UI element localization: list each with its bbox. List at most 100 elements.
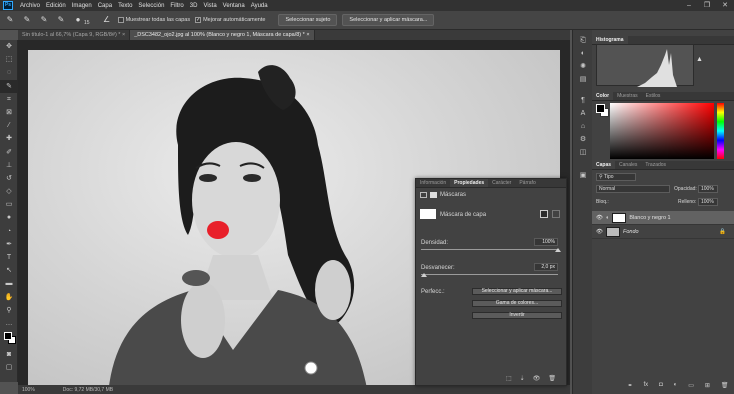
invert-button[interactable]: Invertir xyxy=(472,312,562,319)
tab-histogram[interactable]: Histograma xyxy=(592,36,628,44)
healing-brush-tool-icon[interactable]: ✚ xyxy=(0,132,18,145)
menu-ayuda[interactable]: Ayuda xyxy=(248,3,271,9)
quick-mask-icon[interactable]: ◙ xyxy=(0,348,18,361)
tab-swatches[interactable]: Muestras xyxy=(613,92,642,100)
tab-channels[interactable]: Canales xyxy=(615,161,641,169)
density-slider[interactable] xyxy=(421,249,558,250)
tab-properties[interactable]: Propiedades xyxy=(450,179,489,187)
menu-texto[interactable]: Texto xyxy=(115,3,135,9)
color-range-button[interactable]: Gama de colores... xyxy=(472,300,562,307)
feather-slider-knob[interactable] xyxy=(420,273,427,277)
brush-preset-icon[interactable]: ● xyxy=(72,14,84,26)
foreground-color-swatch[interactable] xyxy=(4,332,12,341)
apply-mask-icon[interactable]: ⇣ xyxy=(520,375,525,382)
sample-all-layers-checkbox[interactable]: Muestrear todas las capas xyxy=(117,17,190,23)
menu-edicion[interactable]: Edición xyxy=(43,3,69,9)
checkbox-box[interactable]: ✓ xyxy=(195,17,202,23)
menu-ventana[interactable]: Ventana xyxy=(220,3,248,9)
trash-icon[interactable]: 🗑 xyxy=(548,375,556,382)
layer-filter-select[interactable]: ⚲ Tipo xyxy=(596,173,636,181)
auto-enhance-checkbox[interactable]: ✓ Mejorar automáticamente xyxy=(195,17,265,23)
layer-thumbnail[interactable] xyxy=(605,226,620,237)
color-swatches[interactable] xyxy=(0,330,18,348)
density-slider-knob[interactable] xyxy=(555,248,561,252)
document-tab-active[interactable]: _DSC3482_ojo2.jpg al 100% (Blanco y negr… xyxy=(130,30,315,40)
blend-mode-select[interactable]: Normal xyxy=(596,185,670,193)
select-and-mask-button[interactable]: Seleccionar y aplicar máscara... xyxy=(472,288,562,295)
document-tab[interactable]: Sin título-1 al 66,7% (Capa 9, RGB/8#) *… xyxy=(18,30,131,40)
close-icon[interactable]: × xyxy=(122,32,125,38)
blend-mode[interactable]: Normal xyxy=(596,185,670,193)
layer-filter[interactable]: ⚲ Tipo xyxy=(596,173,636,181)
tab-color[interactable]: Color xyxy=(592,92,614,100)
group-icon[interactable]: ▭ xyxy=(688,382,694,389)
visibility-eye-icon[interactable]: 👁 xyxy=(596,229,603,235)
quick-selection-tool-icon[interactable]: ✎ xyxy=(4,14,16,26)
layer-name[interactable]: Fondo xyxy=(623,229,639,235)
pixel-mask-icon[interactable] xyxy=(420,192,427,198)
quick-selection-tool-icon[interactable]: ✎ xyxy=(0,79,18,93)
menu-vista[interactable]: Vista xyxy=(200,3,219,9)
new-layer-icon[interactable]: ⊞ xyxy=(705,382,710,389)
menu-filtro[interactable]: Filtro xyxy=(167,3,186,9)
fx-icon[interactable]: fx xyxy=(643,382,648,389)
hand-tool-icon[interactable]: ✋ xyxy=(0,291,18,304)
history-icon[interactable]: ⎗ xyxy=(573,34,593,47)
tab-character[interactable]: Carácter xyxy=(488,179,515,187)
tab-styles[interactable]: Estilos xyxy=(642,92,665,100)
angle-icon[interactable]: ∠ xyxy=(101,14,113,26)
brush-size[interactable]: 15 xyxy=(84,20,90,26)
path-selection-tool-icon[interactable]: ↖ xyxy=(0,264,18,277)
visibility-eye-icon[interactable]: 👁 xyxy=(596,215,603,221)
layer-mask-thumbnail[interactable] xyxy=(612,212,627,223)
tab-info[interactable]: Información xyxy=(416,179,450,187)
layer-row[interactable]: 👁 Fondo 🔒 xyxy=(592,225,734,239)
menu-3d[interactable]: 3D xyxy=(187,3,201,9)
add-vector-mask-icon[interactable] xyxy=(552,210,560,218)
color-picker-field[interactable] xyxy=(610,103,714,159)
paragraph-icon[interactable]: ¶ xyxy=(573,94,593,107)
trash-icon[interactable]: 🗑 xyxy=(721,382,729,389)
color-fg-swatch[interactable] xyxy=(596,104,605,113)
checkbox-box[interactable] xyxy=(117,17,124,23)
fill-field[interactable]: 100% xyxy=(698,198,718,206)
menu-imagen[interactable]: Imagen xyxy=(69,3,95,9)
opacity-field[interactable]: 100% xyxy=(698,185,718,193)
select-and-mask-button[interactable]: Seleccionar y aplicar máscara... xyxy=(342,14,435,26)
new-selection-icon[interactable]: ✎ xyxy=(21,14,33,26)
load-selection-icon[interactable]: ⬚ xyxy=(506,375,512,382)
dodge-tool-icon[interactable]: ◔ xyxy=(0,225,18,238)
character-icon[interactable]: A xyxy=(573,107,593,120)
warning-icon[interactable]: ▲ xyxy=(696,56,703,63)
screen-mode-icon[interactable]: ▢ xyxy=(0,361,18,374)
visibility-eye-icon[interactable]: 👁 xyxy=(533,375,541,382)
menu-capa[interactable]: Capa xyxy=(95,3,115,9)
gradient-tool-icon[interactable]: ▭ xyxy=(0,198,18,211)
frame-tool-icon[interactable]: ⊠ xyxy=(0,106,18,119)
history-brush-tool-icon[interactable]: ↺ xyxy=(0,172,18,185)
libraries-icon[interactable]: ▤ xyxy=(573,73,593,86)
pen-tool-icon[interactable]: ✒ xyxy=(0,238,18,251)
blur-tool-icon[interactable]: ● xyxy=(0,211,18,224)
brush-tool-icon[interactable]: ✐ xyxy=(0,146,18,159)
learn-icon[interactable]: ◫ xyxy=(573,146,593,159)
tab-paths[interactable]: Trazados xyxy=(641,161,670,169)
properties-icon[interactable]: ▣ xyxy=(573,169,593,182)
shapes-icon[interactable]: ⚙ xyxy=(573,133,593,146)
minimize-icon[interactable]: – xyxy=(680,0,698,11)
move-tool-icon[interactable]: ✥ xyxy=(0,40,18,53)
menu-archivo[interactable]: Archivo xyxy=(17,3,43,9)
type-tool-icon[interactable]: T xyxy=(0,251,18,264)
link-icon[interactable]: ⚭ xyxy=(627,382,632,389)
adjustment-layer-icon[interactable]: ◐ xyxy=(674,382,678,389)
zoom-tool-icon[interactable]: ⚲ xyxy=(0,304,18,317)
subtract-selection-icon[interactable]: ✎ xyxy=(55,14,67,26)
more-tools-icon[interactable]: … xyxy=(0,317,18,330)
close-icon[interactable]: ✕ xyxy=(716,0,734,11)
zoom-level[interactable]: 100% xyxy=(22,387,35,393)
maximize-icon[interactable]: ❐ xyxy=(698,0,716,11)
add-selection-icon[interactable]: ✎ xyxy=(38,14,50,26)
marquee-tool-icon[interactable]: ⬚ xyxy=(0,53,18,66)
clone-stamp-tool-icon[interactable]: ⊥ xyxy=(0,159,18,172)
adjustments-icon[interactable]: ◐ xyxy=(573,47,593,60)
